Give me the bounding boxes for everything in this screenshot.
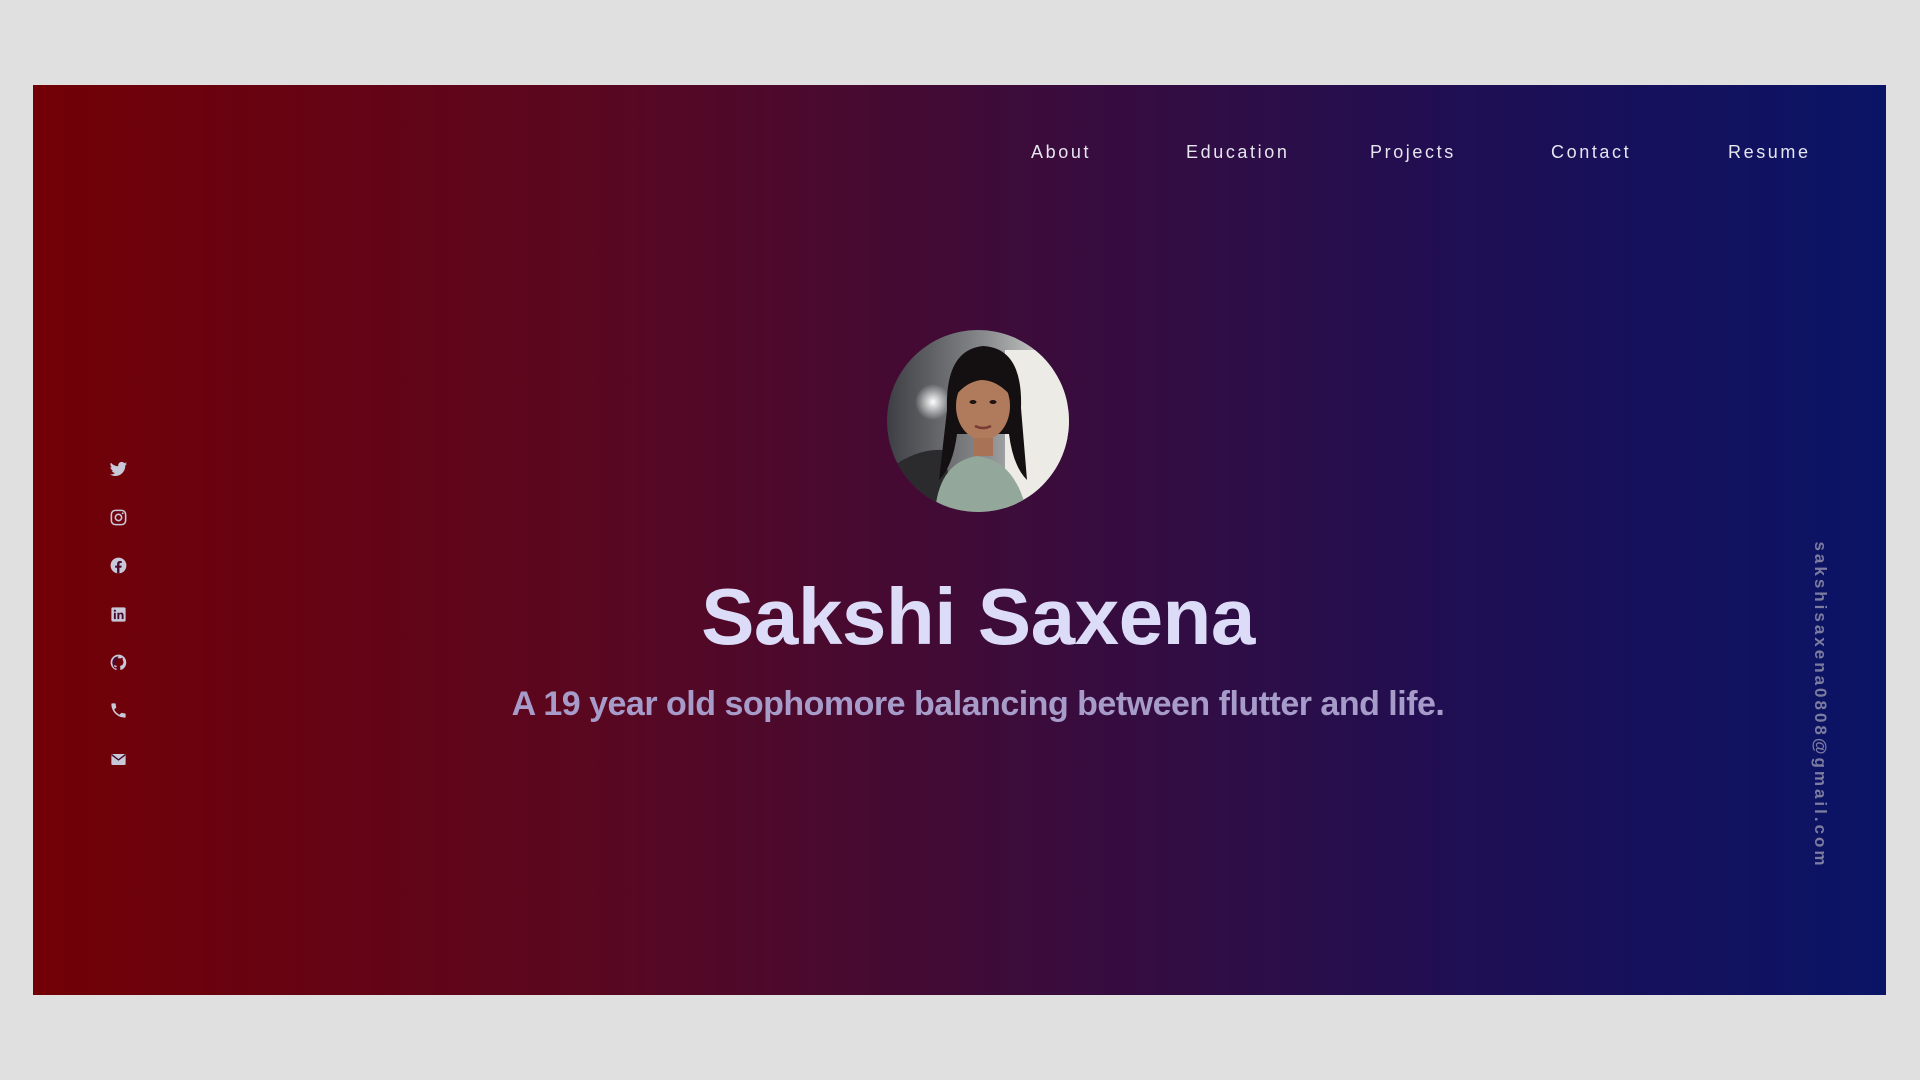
mail-icon[interactable] (106, 747, 130, 771)
sidebar-email[interactable]: sakshisaxena0808@gmail.com (1810, 541, 1830, 868)
profile-avatar (887, 330, 1069, 512)
nav-about[interactable]: About (1031, 137, 1091, 167)
twitter-icon[interactable] (106, 457, 130, 481)
nav-resume[interactable]: Resume (1728, 137, 1811, 167)
portfolio-frame: About Education Projects Contact Resume (33, 85, 1886, 995)
hero-name: Sakshi Saxena (701, 572, 1255, 661)
instagram-icon[interactable] (106, 505, 130, 529)
hero-tagline: A 19 year old sophomore balancing betwee… (511, 685, 1445, 723)
nav-education[interactable]: Education (1186, 137, 1289, 167)
profile-photo (887, 330, 1069, 512)
nav-projects[interactable]: Projects (1370, 137, 1456, 167)
top-nav: About Education Projects Contact Resume (33, 137, 1886, 167)
nav-contact[interactable]: Contact (1551, 137, 1631, 167)
